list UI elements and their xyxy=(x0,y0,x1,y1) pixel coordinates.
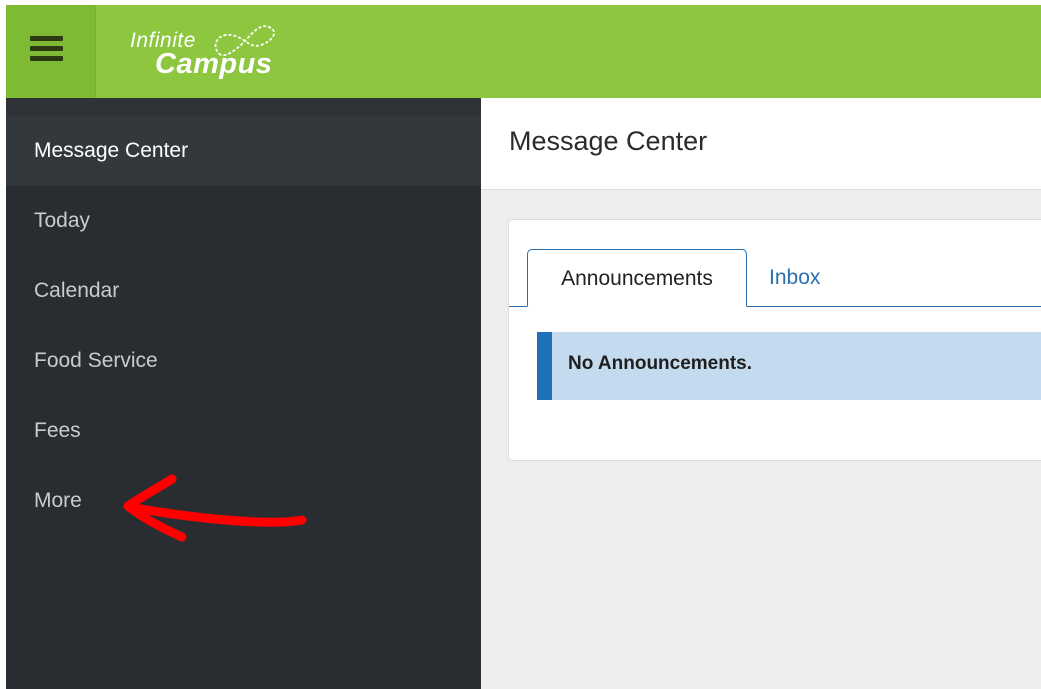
page-header: Message Center xyxy=(481,98,1041,190)
top-bar: Infinite Campus xyxy=(6,5,1041,98)
no-announcements-alert: No Announcements. xyxy=(537,332,1041,400)
tab-inbox[interactable]: Inbox xyxy=(769,249,820,307)
messages-card: Announcements Inbox No Announcements. xyxy=(508,219,1041,461)
hamburger-menu-icon xyxy=(30,36,63,41)
sidebar-item-more[interactable]: More xyxy=(6,466,481,536)
app-window: Infinite Campus Message Center Today Cal… xyxy=(6,5,1041,689)
sidebar-item-today[interactable]: Today xyxy=(6,186,481,256)
sidebar-item-fees[interactable]: Fees xyxy=(6,396,481,466)
infinity-swirl-icon xyxy=(214,25,275,57)
sidebar-item-message-center[interactable]: Message Center xyxy=(6,116,481,186)
tab-announcements[interactable]: Announcements xyxy=(527,249,747,307)
main-content: Message Center Announcements Inbox No An… xyxy=(481,98,1041,689)
sidebar-nav: Message Center Today Calendar Food Servi… xyxy=(6,98,481,689)
alert-message: No Announcements. xyxy=(568,353,753,374)
infinite-campus-logo: Infinite Campus xyxy=(127,23,297,85)
sidebar-item-calendar[interactable]: Calendar xyxy=(6,256,481,326)
hamburger-menu-button[interactable] xyxy=(6,5,96,98)
sidebar-divider xyxy=(6,98,481,116)
page-title: Message Center xyxy=(509,126,708,156)
sidebar-item-food-service[interactable]: Food Service xyxy=(6,326,481,396)
